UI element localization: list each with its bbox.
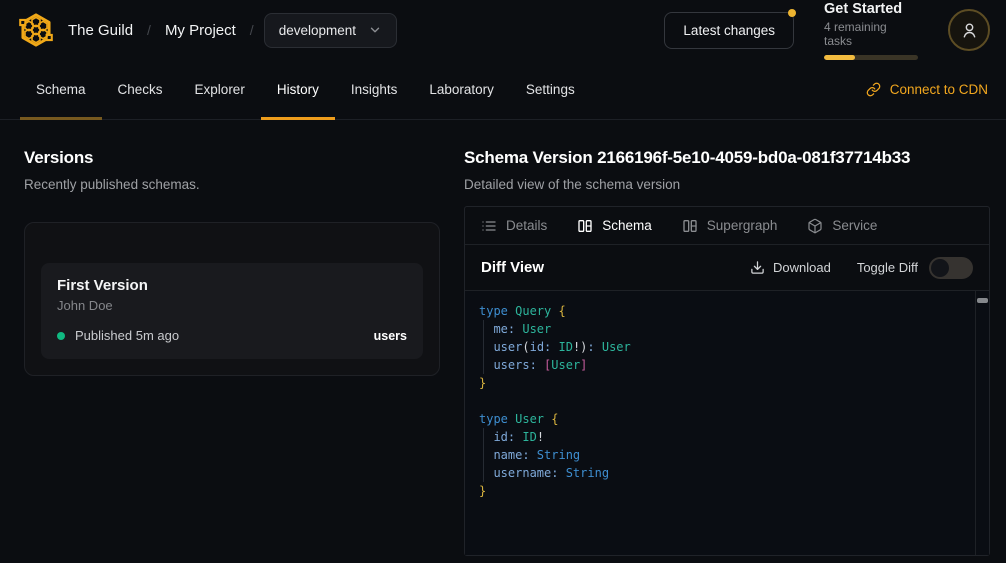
get-started-title: Get Started bbox=[824, 1, 918, 17]
breadcrumb-project[interactable]: My Project bbox=[157, 16, 244, 45]
toggle-diff-switch[interactable] bbox=[929, 257, 973, 279]
version-list-item[interactable]: First Version John Doe Published 5m ago … bbox=[41, 263, 423, 359]
version-status-row: Published 5m ago users bbox=[57, 328, 407, 343]
breadcrumb-org[interactable]: The Guild bbox=[60, 16, 141, 45]
user-avatar[interactable] bbox=[948, 9, 990, 51]
nav-tab-explorer[interactable]: Explorer bbox=[179, 60, 261, 119]
version-status-text: Published 5m ago bbox=[75, 328, 179, 343]
breadcrumb-separator: / bbox=[250, 22, 254, 38]
code-scrollbar[interactable] bbox=[975, 291, 989, 555]
schema-code-lines: type Query { me: User user(id: ID!): Use… bbox=[479, 302, 969, 500]
columns-icon bbox=[577, 218, 593, 234]
toggle-diff-control: Toggle Diff bbox=[857, 257, 973, 279]
version-name: First Version bbox=[57, 277, 407, 294]
tab-service[interactable]: Service bbox=[807, 218, 877, 234]
target-nav: Schema Checks Explorer History Insights … bbox=[0, 60, 1006, 120]
target-selector-value: development bbox=[279, 23, 356, 38]
version-detail-subtitle: Detailed view of the schema version bbox=[464, 177, 990, 192]
version-service-badge: users bbox=[374, 329, 407, 343]
tab-supergraph[interactable]: Supergraph bbox=[682, 218, 778, 234]
schema-code-viewer[interactable]: type Query { me: User user(id: ID!): Use… bbox=[465, 291, 989, 555]
diff-view-actions: Download Toggle Diff bbox=[750, 257, 973, 279]
breadcrumb-separator: / bbox=[147, 22, 151, 38]
versions-list-card: First Version John Doe Published 5m ago … bbox=[24, 222, 440, 376]
download-button[interactable]: Download bbox=[750, 260, 831, 275]
versions-title: Versions bbox=[24, 148, 440, 168]
user-icon bbox=[960, 21, 979, 40]
nav-tab-settings[interactable]: Settings bbox=[510, 60, 591, 119]
get-started-progress-fill bbox=[824, 55, 855, 60]
version-author: John Doe bbox=[57, 298, 407, 313]
latest-changes-button[interactable]: Latest changes bbox=[664, 12, 794, 49]
cube-icon bbox=[807, 218, 823, 234]
versions-panel: Versions Recently published schemas. Fir… bbox=[0, 120, 440, 556]
nav-tab-insights[interactable]: Insights bbox=[335, 60, 414, 119]
get-started-progress-bar bbox=[824, 55, 918, 60]
breadcrumb: The Guild / My Project / development bbox=[16, 10, 397, 50]
target-selector-dropdown[interactable]: development bbox=[264, 13, 397, 48]
version-detail-panel: Schema Version 2166196f-5e10-4059-bd0a-0… bbox=[440, 120, 1006, 556]
diff-view-title: Diff View bbox=[481, 259, 544, 276]
chevron-down-icon bbox=[368, 23, 382, 37]
toggle-knob bbox=[931, 259, 949, 277]
download-label: Download bbox=[773, 260, 831, 275]
nav-tabs: Schema Checks Explorer History Insights … bbox=[20, 60, 591, 119]
versions-subtitle: Recently published schemas. bbox=[24, 177, 440, 192]
hive-logo[interactable] bbox=[16, 10, 56, 50]
published-status-dot bbox=[57, 332, 65, 340]
main-content: Versions Recently published schemas. Fir… bbox=[0, 120, 1006, 556]
tab-details[interactable]: Details bbox=[481, 218, 547, 234]
toggle-diff-label: Toggle Diff bbox=[857, 260, 918, 275]
link-icon bbox=[866, 82, 881, 97]
nav-tab-laboratory[interactable]: Laboratory bbox=[413, 60, 510, 119]
honeycomb-logo-icon bbox=[17, 11, 55, 49]
code-scrollbar-thumb[interactable] bbox=[977, 298, 988, 303]
nav-tab-checks[interactable]: Checks bbox=[102, 60, 179, 119]
version-detail-tabs: Details Schema Supergraph bbox=[465, 207, 989, 245]
get-started-widget[interactable]: Get Started 4 remaining tasks bbox=[824, 1, 918, 60]
header-actions: Latest changes Get Started 4 remaining t… bbox=[664, 1, 990, 60]
connect-to-cdn-label: Connect to CDN bbox=[890, 82, 988, 97]
version-detail-title: Schema Version 2166196f-5e10-4059-bd0a-0… bbox=[464, 148, 990, 168]
list-icon bbox=[481, 218, 497, 234]
nav-tab-schema[interactable]: Schema bbox=[20, 60, 102, 119]
latest-changes-label: Latest changes bbox=[683, 23, 775, 38]
app-header: The Guild / My Project / development Lat… bbox=[0, 0, 1006, 60]
version-detail-box: Details Schema Supergraph bbox=[464, 206, 990, 556]
get-started-subtitle: 4 remaining tasks bbox=[824, 20, 918, 48]
nav-tab-history[interactable]: History bbox=[261, 60, 335, 119]
notification-dot bbox=[788, 9, 796, 17]
tab-schema[interactable]: Schema bbox=[577, 218, 652, 234]
connect-to-cdn-link[interactable]: Connect to CDN bbox=[866, 82, 988, 97]
diff-view-header: Diff View Download Toggle Diff bbox=[465, 245, 989, 291]
columns-icon bbox=[682, 218, 698, 234]
download-icon bbox=[750, 260, 765, 275]
